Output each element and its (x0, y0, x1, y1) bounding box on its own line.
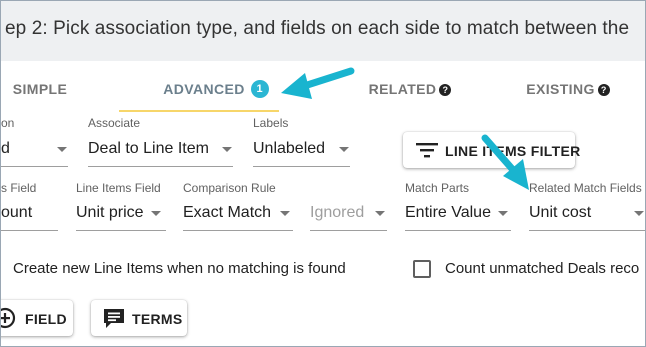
app-window: ep 2: Pick association type, and fields … (0, 0, 646, 347)
arrow-annotation (281, 67, 529, 190)
